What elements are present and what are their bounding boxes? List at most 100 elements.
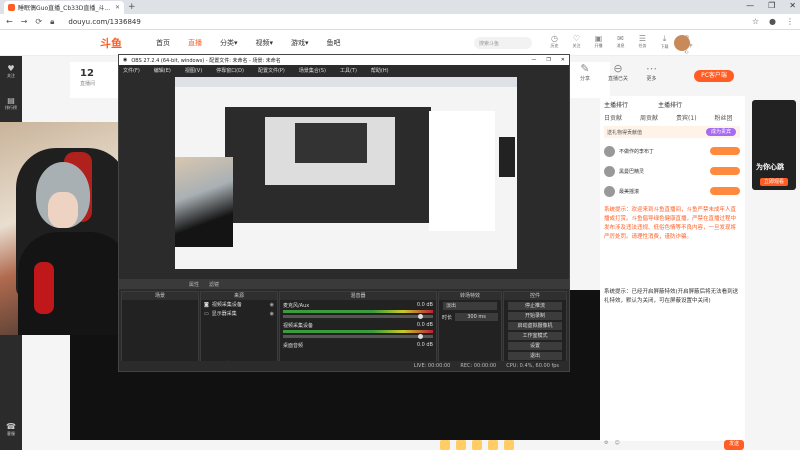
task-button[interactable]: ☰ 任务: [636, 34, 649, 55]
minimize-icon[interactable]: —: [746, 1, 754, 10]
volume-knob[interactable]: [418, 334, 423, 339]
settings-button[interactable]: 设置: [508, 342, 562, 350]
follow-button[interactable]: ♡ 关注: [570, 34, 583, 55]
douyu-favicon-icon: [8, 4, 15, 11]
transition-select[interactable]: 淡出: [443, 302, 497, 310]
menu-help[interactable]: 帮助(H): [371, 67, 389, 74]
properties-button[interactable]: 属性: [189, 281, 199, 288]
douyu-logo[interactable]: 斗鱼: [100, 35, 122, 51]
rank-tabs: 日贡献 周贡献 贵宾(1) 粉丝团: [604, 113, 733, 122]
scenes-dock: 场景 +−∧∨: [121, 291, 199, 371]
lock-icon: 🔒︎: [50, 16, 55, 26]
virtual-camera-button[interactable]: 启动虚拟摄像机: [508, 322, 562, 330]
start-recording-button[interactable]: 开始录制: [508, 312, 562, 320]
tab-fans[interactable]: 粉丝团: [715, 113, 733, 122]
eye-icon[interactable]: ◉: [270, 302, 274, 308]
room-number: 12: [80, 68, 94, 79]
tab-vip[interactable]: 贵宾(1): [676, 113, 697, 122]
source-item[interactable]: ▭ 显示器采集 ◉: [201, 309, 277, 318]
studio-mode-button[interactable]: 工作室模式: [508, 332, 562, 340]
menu-file[interactable]: 文件(F): [123, 67, 140, 74]
nav-video[interactable]: 视频▾: [256, 38, 274, 48]
obs-maximize-icon[interactable]: ❐: [546, 57, 550, 63]
rank-header-left[interactable]: 主播排行: [604, 100, 628, 109]
close-window-icon[interactable]: ✕: [789, 1, 796, 10]
gift-icon[interactable]: [488, 440, 498, 450]
menu-profile[interactable]: 配置文件(P): [258, 67, 285, 74]
mixer-channel: 麦克风/Aux 0.0 dB: [280, 300, 436, 320]
nav-game[interactable]: 游戏▾: [291, 38, 309, 48]
sidebar-item-rank[interactable]: ▤ 排行榜: [0, 96, 22, 111]
menu-edit[interactable]: 编辑(E): [154, 67, 171, 74]
rank-row[interactable]: 黑曼巴精灵: [604, 162, 740, 180]
more-button[interactable]: ⋯ 更多: [646, 62, 657, 82]
exit-button[interactable]: 退出: [508, 352, 562, 360]
bookmark-star-icon[interactable]: ☆: [752, 17, 759, 26]
obs-title-bar[interactable]: ◉ OBS 27.2.4 (64-bit, windows) - 配置文件: 未…: [119, 55, 569, 65]
new-tab-icon[interactable]: +: [128, 2, 136, 12]
user-avatar[interactable]: [674, 35, 690, 51]
eye-icon[interactable]: ◉: [270, 311, 274, 317]
tab-close-icon[interactable]: ✕: [115, 4, 120, 11]
obs-menu-bar: 文件(F) 编辑(E) 视图(V) 停靠窗口(D) 配置文件(P) 场景集合(S…: [119, 65, 569, 75]
menu-docks[interactable]: 停靠窗口(D): [216, 67, 244, 74]
back-icon[interactable]: ←: [6, 17, 13, 26]
sidebar-item-service[interactable]: ☎ 客服: [0, 422, 22, 437]
url-field[interactable]: douyu.com/1336849: [68, 18, 140, 26]
live-button[interactable]: ▣ 开播: [592, 34, 605, 55]
message-button[interactable]: ✉ 消息: [614, 34, 627, 55]
service-icon: ☎: [6, 422, 16, 431]
maximize-icon[interactable]: ❐: [768, 1, 775, 10]
forward-icon[interactable]: →: [21, 17, 28, 26]
emoji-icon[interactable]: ☺: [614, 440, 619, 450]
closed-button[interactable]: ⊖ 直播已关: [608, 62, 628, 82]
nav-home[interactable]: 首页: [156, 38, 170, 48]
volume-slider[interactable]: [283, 314, 433, 319]
gift-icon[interactable]: [504, 440, 514, 450]
share-button[interactable]: ✎ 分享: [580, 62, 590, 82]
menu-tools[interactable]: 工具(T): [340, 67, 357, 74]
gift-icon[interactable]: [456, 440, 466, 450]
nav-fishbar[interactable]: 鱼吧: [327, 38, 341, 48]
filters-button[interactable]: 滤镜: [209, 281, 219, 288]
ad-text: 为你心跳: [756, 163, 784, 171]
sidebar-item-follow[interactable]: ♥ 关注: [0, 64, 22, 79]
tab-daily[interactable]: 日贡献: [604, 113, 622, 122]
duration-input[interactable]: 300 ms: [455, 313, 498, 321]
side-ad[interactable]: 为你心跳 立即观看: [752, 100, 796, 190]
rank-row[interactable]: 不做作的李布丁: [604, 142, 740, 160]
obs-close-icon[interactable]: ✕: [561, 57, 565, 63]
rank-header-right[interactable]: 主播排行: [658, 100, 682, 109]
profile-icon[interactable]: ●: [769, 17, 776, 26]
download-button[interactable]: ⤓ 下载: [658, 34, 671, 55]
source-item[interactable]: ◙ 视频采集设备 ◉: [201, 300, 277, 309]
stop-stream-button[interactable]: 停止推流: [508, 302, 562, 310]
pc-client-button[interactable]: PC客户端: [694, 70, 734, 82]
volume-slider[interactable]: [283, 334, 433, 339]
browser-menu-icon[interactable]: ⋮: [786, 17, 794, 26]
browser-tab[interactable]: 睡眠偶Guo直播_Cb33D直播_斗... ✕: [4, 1, 124, 14]
preview-chat-panel: [429, 111, 495, 231]
nav-category[interactable]: 分类▾: [220, 38, 238, 48]
rank-row[interactable]: 最美摇滚: [604, 182, 740, 200]
tab-title: 睡眠偶Guo直播_Cb33D直播_斗...: [18, 5, 111, 12]
preview-ad: [499, 137, 515, 177]
gift-icon[interactable]: [472, 440, 482, 450]
obs-preview[interactable]: [175, 77, 517, 269]
ad-watch-button[interactable]: 立即观看: [760, 178, 788, 186]
menu-view[interactable]: 视图(V): [185, 67, 202, 74]
become-vip-button[interactable]: 成为贵宾: [706, 128, 736, 136]
tab-weekly[interactable]: 周贡献: [640, 113, 658, 122]
rank-header: 主播排行 主播排行: [604, 100, 682, 109]
history-button[interactable]: ◷ 历史: [548, 34, 561, 55]
obs-minimize-icon[interactable]: —: [531, 57, 536, 63]
nav-live[interactable]: 直播: [188, 38, 202, 48]
volume-knob[interactable]: [418, 314, 423, 319]
streamer-face: [48, 192, 78, 228]
send-button[interactable]: 发送: [723, 440, 744, 450]
gift-icon[interactable]: [440, 440, 450, 450]
search-input[interactable]: 搜索斗鱼: [474, 37, 532, 49]
reload-icon[interactable]: ⟳: [35, 17, 42, 26]
menu-scene-collection[interactable]: 场景集合(S): [299, 67, 326, 74]
settings-icon[interactable]: ⚙: [604, 440, 608, 450]
